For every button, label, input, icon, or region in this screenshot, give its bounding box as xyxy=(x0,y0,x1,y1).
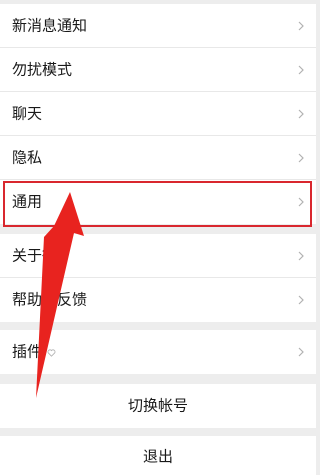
chevron-right-icon xyxy=(296,65,306,75)
switch-account-button[interactable]: 切换帐号 xyxy=(0,384,316,428)
chevron-right-icon xyxy=(296,251,306,261)
settings-item-privacy[interactable]: 隐私 xyxy=(0,136,316,180)
settings-item-label: 通用 xyxy=(12,192,43,211)
settings-group-plugins: 插件 xyxy=(0,330,316,374)
settings-group-about: 关于微 帮助与反馈 xyxy=(0,234,316,322)
settings-item-label: 聊天 xyxy=(12,104,43,122)
settings-item-label: 隐私 xyxy=(12,148,43,166)
chevron-right-icon xyxy=(296,109,306,119)
chevron-right-icon xyxy=(296,347,306,357)
settings-item-general[interactable]: 通用 xyxy=(0,180,316,224)
settings-item-new-message-notification[interactable]: 新消息通知 xyxy=(0,4,316,48)
settings-group-main: 新消息通知 勿扰模式 聊天 隐私 通用 xyxy=(0,4,316,224)
chevron-right-icon xyxy=(296,295,306,305)
logout-label: 退出 xyxy=(142,447,173,466)
settings-item-chat[interactable]: 聊天 xyxy=(0,92,316,136)
logout-button[interactable]: 退出 xyxy=(0,436,316,475)
plugin-label-wrap: 插件 xyxy=(12,343,56,362)
heart-outline-icon xyxy=(47,343,56,362)
chevron-right-icon xyxy=(296,197,306,207)
settings-item-about[interactable]: 关于微 xyxy=(0,234,316,278)
settings-item-help-feedback[interactable]: 帮助与反馈 xyxy=(0,278,316,322)
logout-group: 退出 xyxy=(0,436,316,475)
settings-item-label: 帮助与反馈 xyxy=(12,290,88,309)
settings-item-label: 勿扰模式 xyxy=(12,60,73,78)
chevron-right-icon xyxy=(296,21,306,31)
settings-item-label: 新消息通知 xyxy=(12,16,88,34)
settings-item-label: 关于微 xyxy=(12,246,58,264)
switch-account-label: 切换帐号 xyxy=(127,396,188,415)
settings-item-label: 插件 xyxy=(12,342,43,361)
switch-account-group: 切换帐号 xyxy=(0,384,316,428)
settings-screen: 新消息通知 勿扰模式 聊天 隐私 通用 关于微 帮助与反馈 插件 切换帐号 退出 xyxy=(0,0,316,475)
settings-item-plugins[interactable]: 插件 xyxy=(0,330,316,374)
chevron-right-icon xyxy=(296,153,306,163)
settings-item-do-not-disturb[interactable]: 勿扰模式 xyxy=(0,48,316,92)
